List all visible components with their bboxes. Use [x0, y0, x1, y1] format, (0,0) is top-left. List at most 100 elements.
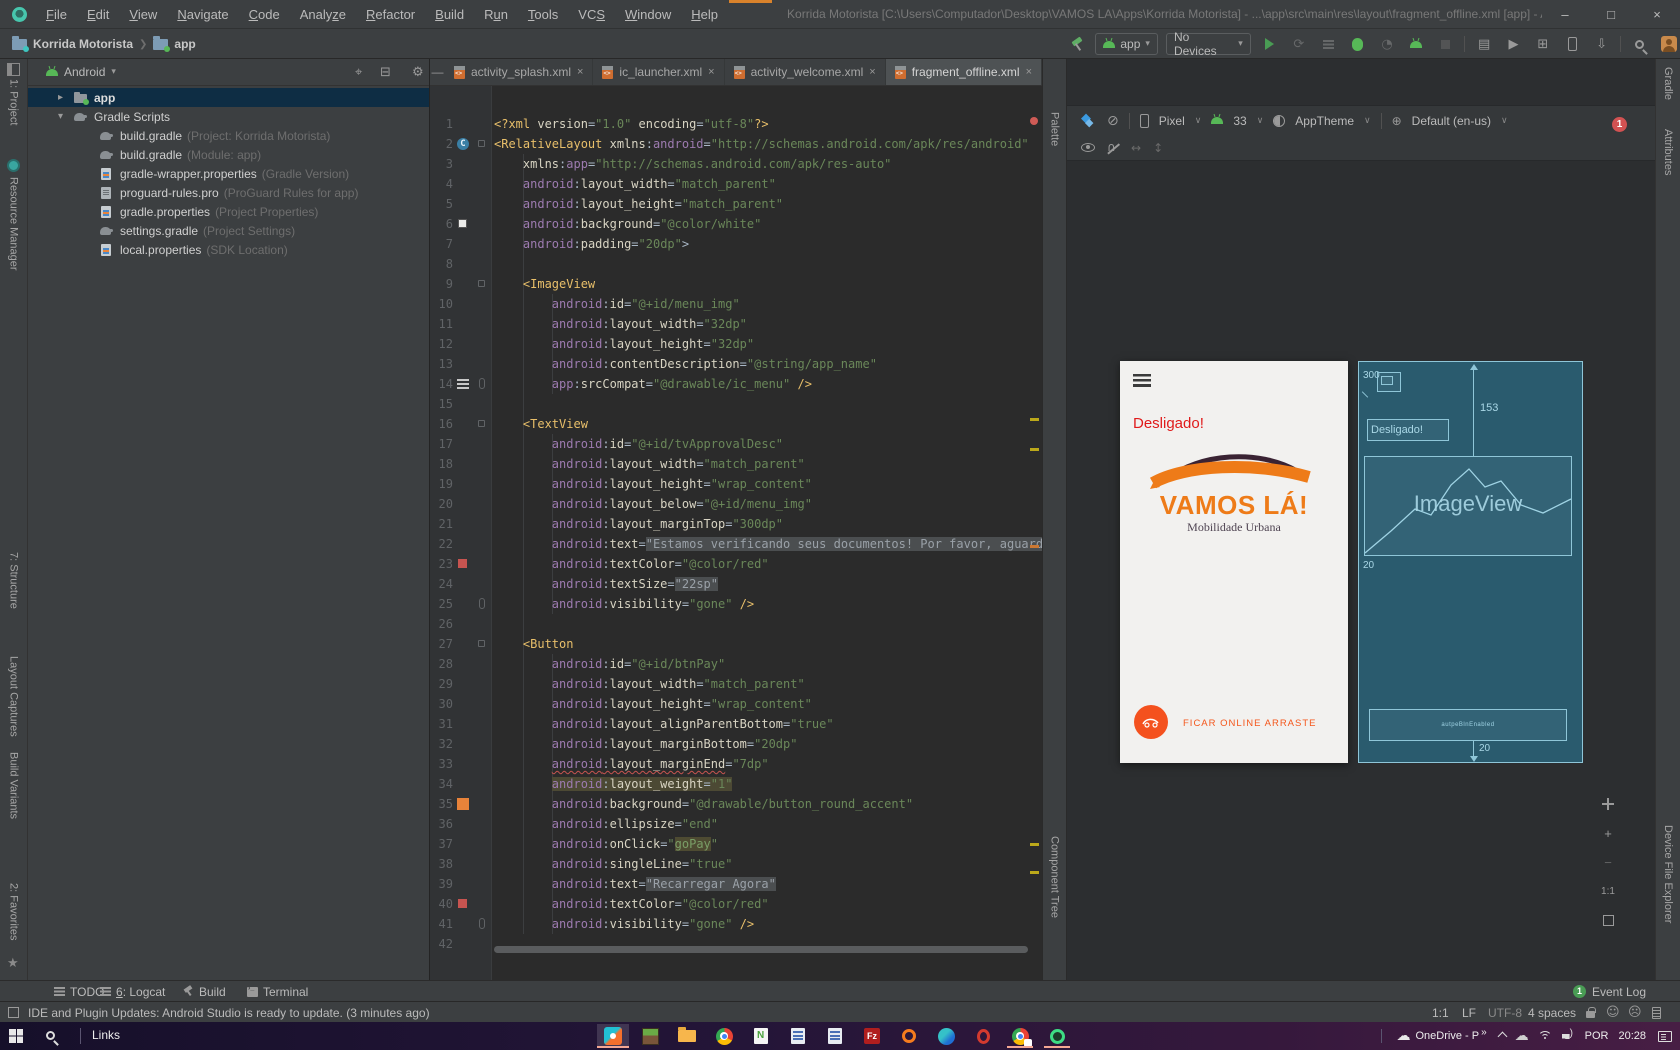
- onedrive-cloud-icon[interactable]: ☁: [1396, 1028, 1410, 1044]
- lock-icon[interactable]: [1586, 1011, 1595, 1018]
- close-tab-icon[interactable]: ×: [869, 66, 875, 78]
- taskbar-icon-notepad-plus[interactable]: [745, 1024, 777, 1048]
- fold-marker[interactable]: [476, 597, 488, 611]
- profile-avatar[interactable]: [1659, 33, 1680, 55]
- menu-navigate[interactable]: Navigate: [168, 3, 237, 26]
- toolwindow-tab-layout-captures[interactable]: Layout Captures: [0, 656, 27, 748]
- wifi-icon[interactable]: [1538, 1031, 1553, 1042]
- tab-activity-welcome-xml[interactable]: activity_welcome.xml×: [725, 59, 886, 85]
- code-line-25[interactable]: 25 android:visibility="gone" />: [430, 594, 1042, 614]
- orientation-icon[interactable]: ⊘: [1107, 113, 1119, 129]
- device-in-editor-select[interactable]: Pixel: [1159, 114, 1185, 128]
- breadcrumb-project[interactable]: Korrida Motorista: [33, 37, 133, 51]
- code-line-37[interactable]: 37 android:onClick="goPay": [430, 834, 1042, 854]
- tab-ic-launcher-xml[interactable]: ic_launcher.xml×: [593, 59, 724, 85]
- settings-gear-icon[interactable]: ⚙: [412, 65, 424, 80]
- taskbar-icon-orange-ring[interactable]: [893, 1024, 925, 1048]
- tray-expand-icon[interactable]: [1497, 1031, 1507, 1041]
- code-line-39[interactable]: 39 android:text="Recarregar Agora": [430, 874, 1042, 894]
- taskbar-icon-chrome-badge[interactable]: [1004, 1024, 1036, 1048]
- taskbar-icon-android-green[interactable]: [1041, 1024, 1073, 1048]
- component-tree-tab[interactable]: Component Tree: [1043, 836, 1066, 946]
- palette-tab[interactable]: Palette: [1043, 112, 1066, 172]
- maximize-button[interactable]: □: [1588, 0, 1634, 28]
- code-line-18[interactable]: 18 android:layout_width="match_parent": [430, 454, 1042, 474]
- language-indicator[interactable]: POR: [1585, 1030, 1609, 1042]
- tree-item-gradle-scripts[interactable]: ▾Gradle Scripts: [28, 107, 429, 126]
- toolwindow-tab-device-file-explorer[interactable]: Device File Explorer: [1656, 825, 1680, 965]
- status-message[interactable]: IDE and Plugin Updates: Android Studio i…: [28, 1002, 430, 1023]
- sad-face-icon[interactable]: ☹: [1628, 1002, 1642, 1023]
- view-options-icon[interactable]: [1081, 143, 1095, 152]
- search-everywhere-button[interactable]: [1629, 33, 1650, 55]
- design-surface-icon[interactable]: [1081, 114, 1097, 128]
- happy-face-icon[interactable]: ☺: [1606, 1002, 1620, 1023]
- code-line-9[interactable]: 9 <ImageView: [430, 274, 1042, 294]
- toolwindow-tab-attributes[interactable]: Attributes: [1656, 129, 1680, 201]
- code-line-30[interactable]: 30 android:layout_height="wrap_content": [430, 694, 1042, 714]
- code-line-32[interactable]: 32 android:layout_marginBottom="20dp": [430, 734, 1042, 754]
- code-line-2[interactable]: 2C<RelativeLayout xmlns:android="http://…: [430, 134, 1042, 154]
- fold-marker[interactable]: [476, 137, 488, 151]
- file-encoding[interactable]: UTF-8: [1488, 1002, 1522, 1023]
- taskbar-search-icon[interactable]: [46, 1029, 55, 1043]
- toolwindow-tab-structure[interactable]: 7: Structure: [0, 552, 27, 632]
- menu-view[interactable]: View: [120, 3, 166, 26]
- zoom-actual-button[interactable]: 1:1: [1597, 881, 1619, 901]
- tree-item-gradle-properties-project-properties[interactable]: gradle.properties(Project Properties): [28, 202, 429, 221]
- sync-project-button[interactable]: [1562, 33, 1583, 55]
- code-line-35[interactable]: 35 android:background="@drawable/button_…: [430, 794, 1042, 814]
- code-line-17[interactable]: 17 android:id="@+id/tvApprovalDesc": [430, 434, 1042, 454]
- code-line-1[interactable]: 1<?xml version="1.0" encoding="utf-8"?>: [430, 114, 1042, 134]
- close-tab-icon[interactable]: ×: [1026, 66, 1032, 78]
- code-line-11[interactable]: 11 android:layout_width="32dp": [430, 314, 1042, 334]
- menu-edit[interactable]: Edit: [78, 3, 118, 26]
- fold-marker[interactable]: [476, 417, 488, 431]
- logcat-window-button[interactable]: ▶: [1503, 33, 1524, 55]
- start-button[interactable]: [9, 1029, 23, 1043]
- taskbar-icon-edge[interactable]: [930, 1024, 962, 1048]
- hide-tabs-icon[interactable]: —: [430, 59, 445, 85]
- toolwindow-tab-terminal[interactable]: Terminal: [247, 981, 308, 1002]
- tree-item-app[interactable]: ▸app: [28, 88, 429, 107]
- code-line-40[interactable]: 40 android:textColor="@color/red": [430, 894, 1042, 914]
- tab-fragment-offline-xml[interactable]: fragment_offline.xml×: [886, 59, 1042, 85]
- taskbar-icon-text-doc[interactable]: [819, 1024, 851, 1048]
- action-center-icon[interactable]: [1658, 1031, 1672, 1042]
- build-hammer-button[interactable]: [1066, 33, 1087, 55]
- onedrive-label[interactable]: OneDrive - P: [1415, 1030, 1479, 1042]
- toolwindow-tab-6-logcat[interactable]: 6: Logcat: [100, 981, 165, 1002]
- avd-manager-button[interactable]: ⊞: [1532, 33, 1553, 55]
- apply-code-changes-button[interactable]: [1318, 33, 1339, 55]
- run-button[interactable]: [1259, 33, 1280, 55]
- code-line-5[interactable]: 5 android:layout_height="match_parent": [430, 194, 1042, 214]
- menu-refactor[interactable]: Refactor: [357, 3, 424, 26]
- pan-hand-icon[interactable]: [1597, 794, 1619, 814]
- menu-tools[interactable]: Tools: [519, 3, 567, 26]
- toolwindow-tab-gradle[interactable]: Gradle: [1656, 67, 1680, 123]
- device-select[interactable]: No Devices ▾: [1166, 33, 1251, 55]
- taskbar-icon-chrome[interactable]: [708, 1024, 740, 1048]
- locale-select[interactable]: Default (en-us): [1412, 114, 1491, 128]
- zoom-out-button[interactable]: −: [1597, 852, 1619, 872]
- code-line-23[interactable]: 23 android:textColor="@color/red": [430, 554, 1042, 574]
- tree-item-build-gradle-project-korrida-motorista[interactable]: build.gradle(Project: Korrida Motorista): [28, 126, 429, 145]
- api-level-select[interactable]: 33: [1233, 114, 1246, 128]
- toolwindow-tab-todo[interactable]: TODO: [54, 981, 104, 1002]
- code-line-27[interactable]: 27 <Button: [430, 634, 1042, 654]
- menu-code[interactable]: Code: [240, 3, 289, 26]
- code-line-20[interactable]: 20 android:layout_below="@+id/menu_img": [430, 494, 1042, 514]
- tree-item-proguard-rules-pro-proguard-rules-for-app[interactable]: proguard-rules.pro(ProGuard Rules for ap…: [28, 183, 429, 202]
- fold-marker[interactable]: [476, 277, 488, 291]
- code-line-3[interactable]: 3 xmlns:app="http://schemas.android.com/…: [430, 154, 1042, 174]
- taskbar-icon-explorer[interactable]: [671, 1024, 703, 1048]
- code-editor[interactable]: 1<?xml version="1.0" encoding="utf-8"?>2…: [430, 86, 1042, 980]
- tab-activity-splash-xml[interactable]: activity_splash.xml×: [445, 59, 593, 85]
- code-line-41[interactable]: 41 android:visibility="gone" />: [430, 914, 1042, 934]
- design-error-badge[interactable]: 1: [1612, 117, 1627, 132]
- code-line-36[interactable]: 36 android:ellipsize="end": [430, 814, 1042, 834]
- apply-changes-button[interactable]: ⟳: [1288, 33, 1309, 55]
- fold-marker[interactable]: [476, 377, 488, 391]
- close-tab-icon[interactable]: ×: [577, 66, 583, 78]
- autoconnect-icon[interactable]: [1107, 142, 1119, 154]
